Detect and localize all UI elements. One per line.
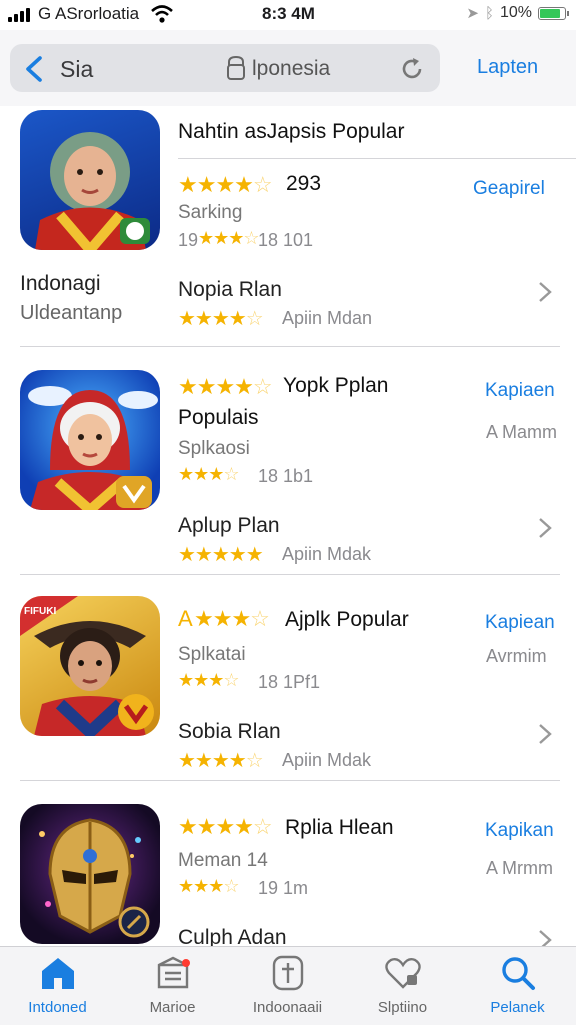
- tab-label: Intdoned: [28, 999, 87, 1016]
- small-star-rating: ★★★☆: [178, 464, 240, 484]
- rating-count: 293: [286, 172, 322, 195]
- plan-label[interactable]: Sobia Rlan: [178, 720, 281, 744]
- app-title[interactable]: Yopk Pplan: [283, 374, 388, 398]
- tab-label: Slptiino: [377, 999, 428, 1016]
- plan-star-rating: ★★★★☆: [178, 308, 264, 330]
- back-label[interactable]: Sia: [60, 56, 93, 83]
- title-prefix: A: [178, 606, 193, 631]
- tab-favorites[interactable]: Slptiino: [345, 947, 460, 1025]
- app-category: Splkatai: [178, 644, 246, 665]
- chevron-right-icon[interactable]: [537, 722, 553, 746]
- plan-label[interactable]: Nopia Rlan: [178, 278, 282, 302]
- carrier-name: G ASrorloatia: [38, 4, 140, 23]
- small-meta: 18 1b1: [258, 466, 314, 486]
- navigation-bar: Sia lponesia Lapten: [0, 30, 576, 106]
- developer-name: Indonagi: [20, 272, 101, 295]
- chevron-right-icon[interactable]: [537, 280, 553, 304]
- app-title-line2[interactable]: Populais: [178, 406, 259, 430]
- plan-star-rating: ★★★★★: [178, 544, 264, 566]
- bluetooth-icon: ᛒ: [484, 4, 494, 22]
- right-meta: A Mrmm: [486, 858, 553, 878]
- notification-badge: [182, 959, 190, 967]
- status-bar: G ASrorloatia 8:3 4M ➤ ᛒ 10%: [0, 0, 576, 30]
- location-icon: ➤: [466, 5, 479, 22]
- small-star-rating: ★★★☆: [198, 228, 260, 248]
- nav-action-button[interactable]: Lapten: [477, 56, 538, 79]
- small-star-rating: ★★★☆: [178, 876, 240, 896]
- list-item[interactable]: Nahtin asJapsis Popular ★★★★☆ 293 Geapir…: [0, 106, 576, 346]
- app-list: Nahtin asJapsis Popular ★★★★☆ 293 Geapir…: [0, 106, 576, 946]
- hero-boy-app-icon[interactable]: FIFUKI: [20, 596, 160, 736]
- signal-icon: [8, 8, 30, 22]
- battery-icon: [538, 6, 569, 20]
- small-meta: 18 1Pf1: [258, 672, 321, 692]
- url-text[interactable]: lponesia: [252, 57, 330, 81]
- tab-label: Pelanek: [490, 999, 545, 1016]
- plan-label[interactable]: Aplup Plan: [178, 514, 280, 538]
- clock: 8:3 4M: [262, 4, 315, 23]
- tab-store[interactable]: Marioe: [115, 947, 230, 1025]
- list-item[interactable]: ★★★★☆ Yopk Pplan Populais Kapiaen A Mamm…: [0, 346, 576, 574]
- title-stars: ★★★★☆: [178, 814, 273, 839]
- lock-icon: [227, 56, 245, 80]
- tab-dagger[interactable]: Indoonaaii: [230, 947, 345, 1025]
- plan-meta: Apiin Mdan: [282, 308, 373, 328]
- plan-label[interactable]: Culph Adan: [178, 926, 287, 946]
- app-title[interactable]: Rplia Hlean: [285, 816, 394, 840]
- golden-helmet-app-icon[interactable]: [20, 804, 160, 944]
- small-meta: 18 101: [258, 230, 314, 250]
- tab-bar: Intdoned Marioe Indoonaaii Slptiino Pela…: [0, 946, 576, 1025]
- app-category: Splkaosi: [178, 438, 250, 459]
- app-category: Meman 14: [178, 850, 268, 871]
- wifi-icon: [151, 5, 173, 23]
- plan-star-rating: ★★★★☆: [178, 750, 264, 772]
- heart-icon: [385, 957, 421, 989]
- tab-home[interactable]: Intdoned: [0, 947, 115, 1025]
- small-rating: 19: [178, 230, 199, 250]
- get-button[interactable]: Kapikan: [485, 820, 554, 842]
- icon-banner-text: FIFUKI: [24, 606, 56, 617]
- developer-sub: Uldeantanp: [20, 302, 123, 324]
- search-icon: [502, 957, 535, 990]
- tab-search[interactable]: Pelanek: [460, 947, 575, 1025]
- right-meta: Avrmim: [486, 646, 547, 666]
- plan-meta: Apiin Mdak: [282, 544, 372, 564]
- chevron-right-icon[interactable]: [537, 928, 553, 946]
- get-button[interactable]: Kapiaen: [485, 380, 555, 402]
- app-title[interactable]: Nahtin asJapsis Popular: [178, 120, 404, 144]
- tab-label: Marioe: [149, 999, 196, 1016]
- list-item[interactable]: ★★★★☆ Rplia Hlean Kapikan A Mrmm Meman 1…: [0, 780, 576, 946]
- list-item[interactable]: FIFUKI A ★★★☆ Ajplk Popular Kapiean Avrm…: [0, 574, 576, 780]
- back-chevron-icon[interactable]: [22, 56, 46, 82]
- right-meta: A Mamm: [486, 422, 558, 442]
- hijab-girl-app-icon[interactable]: [20, 110, 160, 250]
- get-button[interactable]: Geapirel: [473, 178, 545, 200]
- title-stars: ★★★☆: [194, 606, 270, 631]
- tab-label: Indoonaaii: [252, 999, 323, 1016]
- home-icon: [42, 958, 74, 989]
- app-category: Sarking: [178, 202, 243, 223]
- small-meta: 19 1m: [258, 878, 309, 898]
- small-star-rating: ★★★☆: [178, 670, 240, 690]
- address-bar[interactable]: Sia lponesia: [10, 44, 440, 92]
- dagger-icon: [272, 955, 304, 991]
- battery-percent: 10%: [499, 4, 532, 21]
- title-stars: ★★★★☆: [178, 374, 273, 399]
- reload-icon[interactable]: [398, 55, 426, 83]
- plan-meta: Apiin Mdak: [282, 750, 372, 770]
- veiled-girl-app-icon[interactable]: [20, 370, 160, 510]
- get-button[interactable]: Kapiean: [485, 612, 555, 634]
- divider: [178, 158, 576, 159]
- chevron-right-icon[interactable]: [537, 516, 553, 540]
- app-title[interactable]: Ajplk Popular: [285, 608, 409, 632]
- star-rating: ★★★★☆: [178, 172, 273, 197]
